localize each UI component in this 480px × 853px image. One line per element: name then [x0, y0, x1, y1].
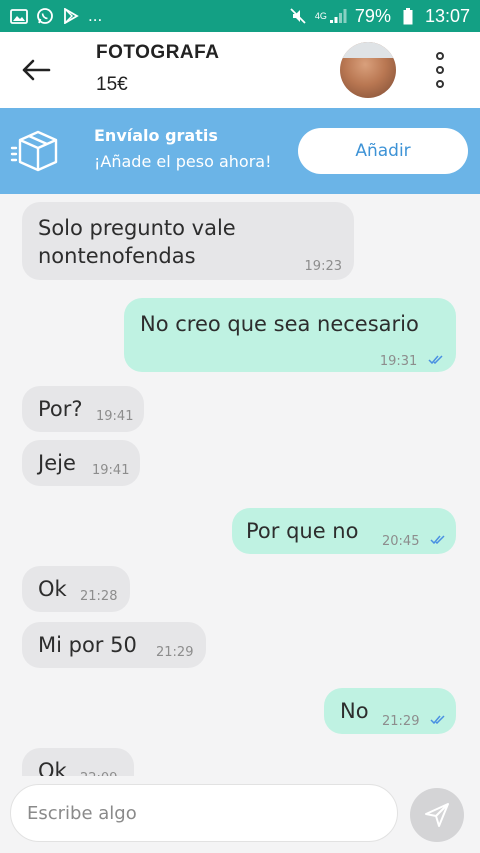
message-input[interactable]: [10, 784, 398, 842]
message-bubble[interactable]: No creo que sea necesario 19:31: [124, 298, 456, 372]
message-time: 19:23: [304, 259, 342, 274]
mute-icon: [289, 8, 307, 24]
message-meta: 21:29: [382, 704, 446, 736]
message-text: No: [340, 699, 369, 723]
message-time: 19:41: [92, 463, 130, 478]
message-time: 21:29: [382, 714, 420, 729]
message-text: Jeje: [38, 451, 76, 475]
battery-icon: [399, 7, 417, 24]
avatar[interactable]: [340, 42, 396, 98]
message-bubble[interactable]: No 21:29: [324, 688, 456, 734]
message-text: Ok: [38, 577, 67, 601]
status-bar: ... 4G 79% 13:07: [0, 0, 480, 32]
network-type: 4G: [314, 11, 327, 21]
message-time: 21:28: [80, 589, 118, 604]
message-time: 22:09: [80, 765, 117, 776]
message-meta: 19:31: [380, 344, 444, 376]
banner-title: Envíalo gratis: [94, 126, 218, 145]
play-store-icon: [62, 8, 80, 24]
clock: 13:07: [424, 5, 470, 26]
message-bubble[interactable]: Por? 19:41: [22, 386, 144, 432]
message-list[interactable]: Solo pregunto vale nontenofendas 19:23 N…: [0, 194, 480, 776]
message-meta: 20:45: [382, 524, 446, 556]
message-bubble[interactable]: Por que no 20:45: [232, 508, 456, 554]
message-text: Ok: [38, 759, 67, 776]
send-button[interactable]: [410, 788, 464, 842]
message-bubble[interactable]: Jeje 19:41: [22, 440, 140, 486]
double-check-icon: [430, 535, 445, 544]
back-button[interactable]: [18, 52, 54, 88]
message-bubble[interactable]: Mi por 50 21:29: [22, 622, 206, 668]
status-more: ...: [88, 6, 103, 25]
back-arrow-icon: [22, 59, 51, 81]
message-time: 19:41: [96, 409, 134, 424]
message-time: 20:45: [382, 534, 420, 549]
message-text: Mi por 50: [38, 633, 137, 657]
message-bubble[interactable]: Solo pregunto vale nontenofendas 19:23: [22, 202, 354, 280]
product-price: 15€: [96, 74, 128, 95]
double-check-icon: [428, 355, 443, 364]
message-text: Solo pregunto vale nontenofendas: [38, 216, 236, 268]
chat-header: FOTOGRAFA 15€: [0, 32, 480, 108]
message-time: 21:29: [156, 645, 194, 660]
message-text: No creo que sea necesario: [140, 312, 419, 336]
send-icon: [425, 803, 449, 827]
message-bubble[interactable]: Ok 21:28: [22, 566, 130, 612]
battery-percent: 79%: [354, 5, 391, 26]
shipping-banner: Envíalo gratis ¡Añade el peso ahora! Aña…: [0, 108, 480, 194]
gallery-icon: [10, 8, 28, 24]
message-text: Por?: [38, 397, 83, 421]
message-bubble[interactable]: Ok 22:09: [22, 748, 134, 776]
whatsapp-icon: [36, 8, 54, 24]
package-icon: [10, 130, 58, 172]
more-vertical-icon[interactable]: [426, 48, 454, 92]
signal-icon: [329, 8, 347, 24]
message-text: Por que no: [246, 519, 359, 543]
message-time: 19:31: [379, 354, 418, 369]
add-weight-button[interactable]: Añadir: [298, 128, 468, 174]
product-title[interactable]: FOTOGRAFA: [96, 42, 219, 64]
double-check-icon: [430, 715, 445, 724]
banner-subtitle: ¡Añade el peso ahora!: [94, 152, 272, 171]
